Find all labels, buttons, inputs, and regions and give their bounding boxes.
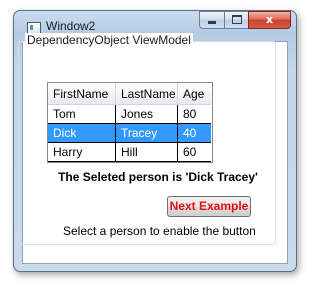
people-datagrid[interactable]: FirstName LastName Age Tom Jones 80 Dick… (47, 82, 213, 163)
cell-lastname[interactable]: Jones (115, 104, 178, 124)
hint-text: Select a person to enable the button (63, 224, 256, 238)
groupbox-header: DependencyObject ViewModel (25, 33, 193, 47)
table-row-selected[interactable]: Dick Tracey 40 (48, 123, 211, 143)
column-header-lastname[interactable]: LastName (115, 83, 178, 105)
minimize-button[interactable] (199, 11, 225, 29)
cell-firstname[interactable]: Tom (48, 104, 116, 124)
column-header-firstname[interactable]: FirstName (48, 83, 116, 105)
table-row[interactable]: Tom Jones 80 (48, 104, 211, 124)
minimize-icon (208, 21, 216, 24)
datagrid-header-row: FirstName LastName Age (48, 83, 211, 105)
cell-age[interactable]: 40 (177, 123, 211, 143)
window-title: Window2 (46, 19, 96, 33)
cell-lastname[interactable]: Hill (115, 142, 178, 162)
cell-age[interactable]: 60 (177, 142, 211, 162)
cell-lastname[interactable]: Tracey (115, 123, 178, 143)
close-icon: x (265, 13, 274, 26)
close-button[interactable]: x (248, 11, 291, 29)
cell-age[interactable]: 80 (177, 104, 211, 124)
selected-person-text: The Seleted person is 'Dick Tracey' (58, 170, 258, 184)
cell-firstname[interactable]: Dick (48, 123, 116, 143)
column-header-age[interactable]: Age (177, 83, 211, 105)
table-row[interactable]: Harry Hill 60 (48, 142, 211, 162)
maximize-button[interactable] (224, 11, 249, 29)
maximize-icon (231, 15, 242, 24)
next-example-button[interactable]: Next Example (167, 196, 251, 217)
caption-buttons: x (199, 11, 291, 29)
cell-firstname[interactable]: Harry (48, 142, 116, 162)
